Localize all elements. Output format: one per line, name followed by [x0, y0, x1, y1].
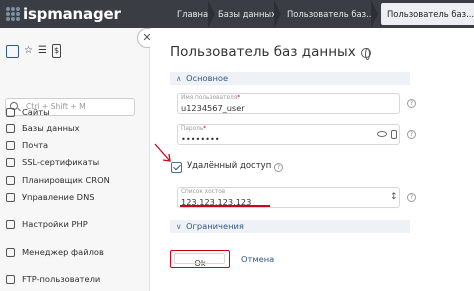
sidebar-item-ftp[interactable]: FTP-пользователи — [0, 272, 150, 287]
sidebar-item-sites[interactable]: Сайты — [0, 105, 150, 120]
sidebar-item-label: Сайты — [22, 107, 50, 117]
resize-icon[interactable]: ↕ — [390, 192, 398, 202]
top-bar: ispmanager Главная Базы данных Пользоват… — [0, 0, 474, 28]
star-icon[interactable]: ☆ — [24, 45, 33, 57]
username-field[interactable]: Имя пользователя* u1234567_user — [177, 93, 400, 114]
mail-icon — [6, 141, 15, 150]
username-value: u1234567_user — [181, 103, 245, 113]
sidebar-item-label: SSL-сертификаты — [22, 157, 100, 167]
logo-icon — [6, 7, 20, 21]
annotation-arrow — [154, 143, 171, 162]
section-main[interactable]: ∧ Основное — [170, 72, 410, 85]
sidebar-item-cron[interactable]: Планировщик CRON — [0, 173, 150, 188]
breadcrumb-separator — [208, 0, 218, 28]
main-panel: Пользователь баз данных ∧ Основное Имя п… — [150, 28, 474, 291]
dollar-icon[interactable]: $ — [51, 44, 62, 58]
php-icon — [6, 220, 15, 229]
username-label: Имя пользователя* — [181, 95, 241, 101]
section-limits-label: Ограничения — [186, 221, 244, 231]
logo[interactable]: ispmanager — [6, 4, 121, 24]
password-field[interactable]: Пароль* •••••••• — [177, 124, 400, 145]
breadcrumb-current: Пользователь баз... — [381, 3, 474, 25]
section-limits[interactable]: ∨ Ограничения — [170, 220, 410, 233]
help-icon[interactable]: ? — [407, 193, 416, 202]
sidebar-item-file-manager[interactable]: Менеджер файлов — [0, 245, 150, 260]
chevron-down-icon: ∨ — [176, 222, 182, 231]
remote-access-checkbox[interactable] — [171, 162, 182, 173]
chevron-up-icon: ∧ — [176, 74, 182, 83]
breadcrumb-separator — [371, 0, 381, 28]
cron-icon — [6, 176, 15, 185]
ok-button[interactable]: Ok — [170, 250, 230, 268]
help-icon[interactable]: ? — [274, 163, 283, 172]
sites-icon — [6, 108, 15, 117]
globe-icon[interactable] — [361, 48, 371, 60]
highlight-underline — [180, 205, 270, 207]
logo-text: ispmanager — [23, 5, 121, 23]
sidebar-item-label: FTP-пользователи — [22, 274, 101, 284]
breadcrumb-separator — [274, 0, 284, 28]
certificate-icon — [6, 158, 15, 167]
page-title: Пользователь баз данных — [170, 44, 356, 60]
eye-icon[interactable] — [377, 131, 387, 137]
sidebar-item-dns[interactable]: Управление DNS — [0, 190, 150, 205]
database-icon — [6, 124, 15, 133]
file-manager-icon — [6, 248, 15, 257]
sidebar-item-label: Почта — [22, 140, 49, 150]
sidebar-item-label: Настройки PHP — [22, 219, 88, 229]
tasks-icon[interactable]: ☰ — [38, 45, 47, 57]
sidebar-item-databases[interactable]: Базы данных — [0, 121, 150, 136]
breadcrumb-db-users[interactable]: Пользователь баз... — [287, 0, 374, 28]
ftp-icon — [6, 275, 15, 284]
dns-icon — [6, 193, 15, 202]
key-icon[interactable] — [391, 130, 397, 139]
sidebar-item-label: Планировщик CRON — [22, 175, 110, 185]
sidebar-item-label: Менеджер файлов — [22, 247, 104, 257]
section-main-label: Основное — [186, 73, 229, 83]
grid-plus-icon[interactable] — [6, 44, 19, 58]
sidebar-item-php[interactable]: Настройки PHP — [0, 217, 150, 232]
sidebar-item-mail[interactable]: Почта — [0, 138, 150, 153]
cancel-button[interactable]: Отмена — [241, 250, 274, 268]
password-value: •••••••• — [181, 134, 220, 144]
sidebar-item-label: Базы данных — [22, 123, 80, 133]
remote-access-label[interactable]: Удалённый доступ — [187, 161, 271, 171]
breadcrumb-databases[interactable]: Базы данных — [218, 0, 276, 28]
sidebar-item-label: Управление DNS — [22, 192, 95, 202]
allowed-hosts-label: Список хостов — [181, 189, 226, 195]
password-label: Пароль* — [181, 126, 207, 132]
sidebar: ☆ ☰ $ Ctrl + Shift + M Сайты Базы данных… — [0, 28, 150, 291]
sidebar-toolbar: ☆ ☰ $ — [6, 44, 62, 58]
ok-button-inner — [174, 253, 225, 264]
help-icon[interactable]: ? — [407, 130, 416, 139]
help-icon[interactable]: ? — [407, 99, 416, 108]
sidebar-item-ssl[interactable]: SSL-сертификаты — [0, 155, 150, 170]
